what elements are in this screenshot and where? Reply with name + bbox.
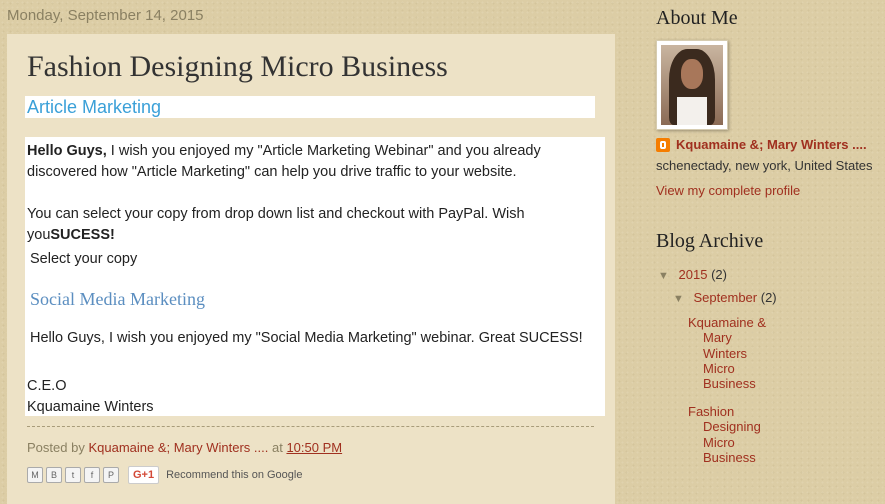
archive-post-link[interactable]: Kquamaine & Mary Winters Micro Business xyxy=(688,315,766,391)
archive-post-line: Micro xyxy=(703,360,735,376)
recommend-text: Recommend this on Google xyxy=(166,469,303,481)
timestamp-link[interactable]: 10:50 PM xyxy=(286,440,342,455)
at-label: at xyxy=(271,440,283,455)
avatar-photo xyxy=(661,45,723,125)
post: Fashion Designing Micro Business Article… xyxy=(7,34,615,504)
twitter-icon[interactable]: t xyxy=(65,467,81,483)
profile-name-link[interactable]: Kquamaine &; Mary Winters .... xyxy=(656,137,867,152)
archive-month: ▼ September (2) xyxy=(673,290,777,305)
archive-post-line: Winters xyxy=(703,345,748,361)
archive-post-line: Business xyxy=(703,449,756,465)
select-copy-label: Select your copy xyxy=(30,251,138,267)
gplus-button[interactable]: G+1 xyxy=(128,466,160,484)
archive-post-line: Micro xyxy=(703,434,735,450)
post-title[interactable]: Fashion Designing Micro Business xyxy=(27,50,448,84)
blog-archive-title: Blog Archive xyxy=(656,230,764,252)
archive-post-line: Fashion xyxy=(688,404,735,419)
signature-title: C.E.O xyxy=(27,378,67,394)
paragraph: Hello Guys, I wish you enjoyed my "Artic… xyxy=(27,141,541,162)
blogger-icon xyxy=(656,137,670,152)
profile-name[interactable]: Kquamaine &; Mary Winters .... xyxy=(676,137,867,152)
triangle-down-icon[interactable]: ▼ xyxy=(673,293,684,305)
location: schenectady, new york, United States xyxy=(656,158,873,173)
archive-year-count: (2) xyxy=(711,267,727,282)
archive-month-link[interactable]: September xyxy=(694,290,758,305)
share-row: M B t f P G+1 Recommend this on Google xyxy=(27,466,302,484)
paragraph: discovered how "Article Marketing" can h… xyxy=(27,164,517,180)
post-footer: Posted by Kquamaine &; Mary Winters ....… xyxy=(27,440,342,455)
paragraph-text: you xyxy=(27,227,51,243)
archive-year-link[interactable]: 2015 xyxy=(679,267,708,282)
paragraph: You can select your copy from drop down … xyxy=(27,206,525,222)
posted-by-label: Posted by xyxy=(27,440,85,455)
pinterest-icon[interactable]: P xyxy=(103,467,119,483)
avatar[interactable] xyxy=(656,40,728,130)
triangle-down-icon[interactable]: ▼ xyxy=(658,270,669,282)
paragraph: Hello Guys, I wish you enjoyed my "Socia… xyxy=(30,330,583,346)
greeting: Hello Guys, xyxy=(27,143,107,159)
archive-post-line: Business xyxy=(703,376,756,392)
archive-post-line: Designing xyxy=(703,419,761,435)
archive-month-count: (2) xyxy=(760,290,777,305)
facebook-icon[interactable]: f xyxy=(84,467,100,483)
archive-post-link[interactable]: Fashion Designing Micro Business xyxy=(688,404,761,465)
archive-year: ▼ 2015 (2) xyxy=(658,267,727,282)
date-header: Monday, September 14, 2015 xyxy=(7,7,204,24)
section-heading: Article Marketing xyxy=(25,96,595,118)
about-me-title: About Me xyxy=(656,7,738,29)
archive-post-line: Mary xyxy=(703,330,732,346)
paragraph: youSUCESS! xyxy=(27,225,115,246)
blogger-icon[interactable]: B xyxy=(46,467,62,483)
smm-heading: Social Media Marketing xyxy=(30,289,205,309)
view-profile-link[interactable]: View my complete profile xyxy=(656,183,800,198)
divider xyxy=(27,426,594,427)
signature-name: Kquamaine Winters xyxy=(27,399,154,415)
paragraph-text: I wish you enjoyed my "Article Marketing… xyxy=(106,143,541,159)
post-body: Hello Guys, I wish you enjoyed my "Artic… xyxy=(25,137,605,416)
author-link[interactable]: Kquamaine &; Mary Winters .... xyxy=(88,440,268,455)
email-icon[interactable]: M xyxy=(27,467,43,483)
success-text: SUCESS! xyxy=(50,227,115,243)
archive-post-line: Kquamaine & xyxy=(688,315,767,330)
